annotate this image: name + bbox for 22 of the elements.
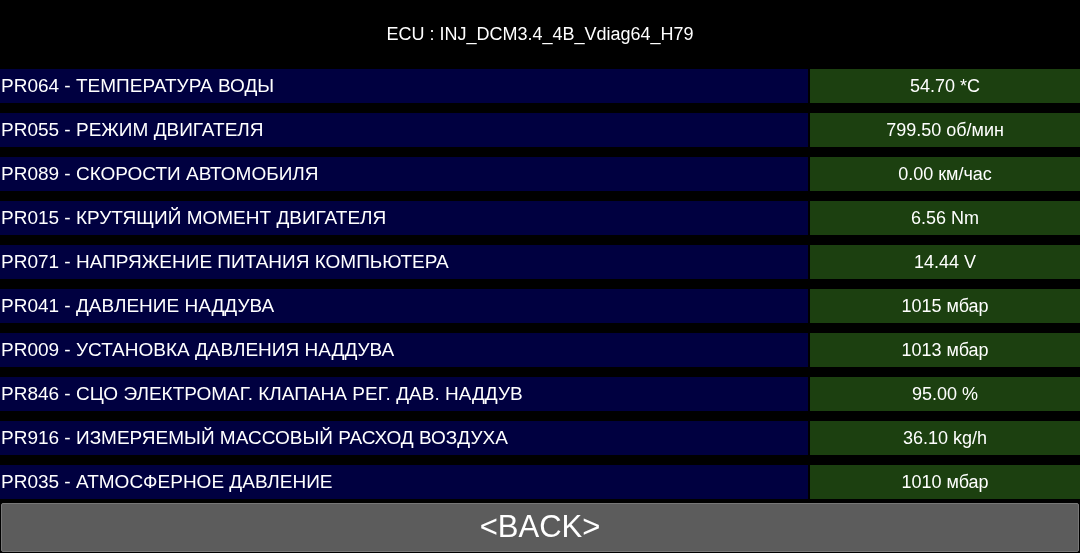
parameter-name: PR041 - ДАВЛЕНИЕ НАДДУВА — [0, 289, 808, 323]
back-button[interactable]: <BACK> — [1, 503, 1079, 552]
parameter-name: PR064 - ТЕМПЕРАТУРА ВОДЫ — [0, 69, 808, 103]
parameter-name: PR071 - НАПРЯЖЕНИЕ ПИТАНИЯ КОМПЬЮТЕРА — [0, 245, 808, 279]
parameter-name: PR916 - ИЗМЕРЯЕМЫЙ МАССОВЫЙ РАСХОД ВОЗДУХА — [0, 421, 808, 455]
parameter-name: PR035 - АТМОСФЕРНОЕ ДАВЛЕНИЕ — [0, 465, 808, 499]
parameter-value: 799.50 об/мин — [810, 113, 1080, 147]
parameter-value: 36.10 kg/h — [810, 421, 1080, 455]
parameter-value: 95.00 % — [810, 377, 1080, 411]
parameter-value: 0.00 км/час — [810, 157, 1080, 191]
parameter-value: 1013 мбар — [810, 333, 1080, 367]
parameter-name: PR055 - РЕЖИМ ДВИГАТЕЛЯ — [0, 113, 808, 147]
parameter-name: PR009 - УСТАНОВКА ДАВЛЕНИЯ НАДДУВА — [0, 333, 808, 367]
parameter-value: 1010 мбар — [810, 465, 1080, 499]
parameter-value: 14.44 V — [810, 245, 1080, 279]
parameter-name: PR089 - СКОРОСТИ АВТОМОБИЛЯ — [0, 157, 808, 191]
parameter-value: 1015 мбар — [810, 289, 1080, 323]
ecu-title: ECU : INJ_DCM3.4_4B_Vdiag64_H79 — [386, 23, 694, 47]
parameter-value: 54.70 *C — [810, 69, 1080, 103]
parameter-value: 6.56 Nm — [810, 201, 1080, 235]
parameter-name: PR015 - КРУТЯЩИЙ МОМЕНТ ДВИГАТЕЛЯ — [0, 201, 808, 235]
parameter-name: PR846 - СЦО ЭЛЕКТРОМАГ. КЛАПАНА РЕГ. ДАВ. НАДДУВ — [0, 377, 808, 411]
